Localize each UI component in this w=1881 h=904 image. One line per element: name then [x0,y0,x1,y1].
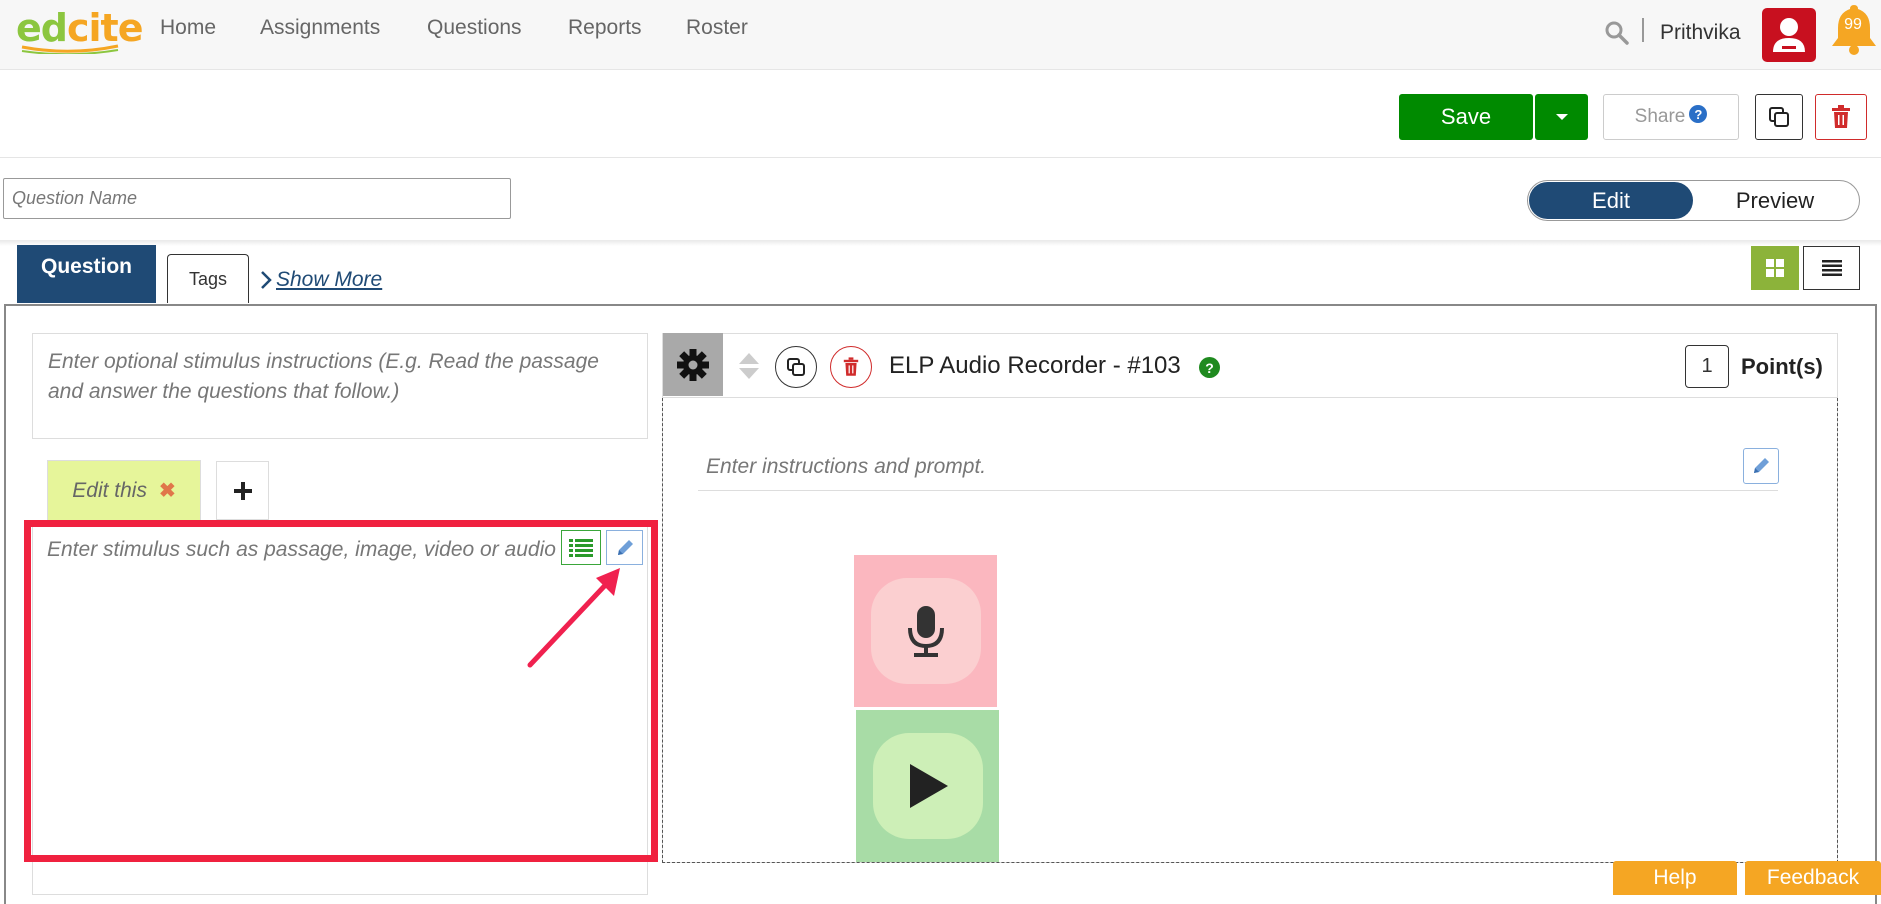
list-view-button[interactable] [1803,246,1860,290]
settings-button[interactable] [663,333,723,396]
search-icon[interactable] [1604,20,1630,46]
prompt-edit-button[interactable] [1743,448,1779,484]
user-name[interactable]: Prithvika [1660,21,1741,45]
points-label: Point(s) [1741,354,1823,379]
play-icon [909,764,948,808]
nav-assignments[interactable]: Assignments [260,16,380,40]
list-icon [1821,260,1842,276]
playback-card [856,710,999,862]
nav-home[interactable]: Home [160,16,216,40]
show-more-label: Show More [276,268,383,291]
close-icon[interactable]: ✖ [159,478,176,503]
play-button[interactable] [872,733,983,839]
pencil-icon [1754,458,1769,473]
share-help-icon[interactable]: ? [1689,105,1708,123]
duplicate-button[interactable] [1755,94,1803,140]
stimulus-tab-edit-this[interactable]: Edit this ✖ [47,460,201,520]
tab-tags[interactable]: Tags [167,254,249,303]
delete-button[interactable] [1815,94,1867,140]
nav-questions[interactable]: Questions [427,16,522,40]
feedback-button[interactable]: Feedback [1745,861,1881,895]
points-input[interactable]: 1 [1685,345,1729,388]
notification-count: 99 [1844,16,1862,33]
nav-reports[interactable]: Reports [568,16,642,40]
microphone-icon [907,606,944,657]
sort-icon[interactable] [737,351,761,381]
duplicate-question-button[interactable] [775,346,817,388]
share-label: Share [1634,106,1686,127]
record-card [854,555,997,707]
add-stimulus-tab-button[interactable] [216,461,269,520]
chevron-down-icon [1555,114,1568,120]
question-title: ELP Audio Recorder - #103 [889,352,1181,379]
prompt-underline [698,490,1778,491]
editor-toolbar [0,70,1881,158]
grid-view-button[interactable] [1751,246,1799,290]
prompt-placeholder[interactable]: Enter instructions and prompt. [706,455,986,479]
grid-icon [1766,259,1784,277]
copy-icon [787,358,805,376]
record-button[interactable] [870,578,981,684]
gear-icon [677,348,709,381]
show-more-link[interactable]: Show More [260,268,382,292]
stimulus-instructions-field[interactable]: Enter optional stimulus instructions (E.… [32,333,648,439]
nav-separator [1642,18,1644,42]
question-name-input[interactable] [3,178,511,219]
section-divider [0,240,1881,246]
logo-swoosh-icon [21,44,119,54]
annotation-arrow-icon [527,568,620,668]
chevron-right-icon [261,271,272,289]
save-button[interactable]: Save [1399,94,1533,140]
stimulus-tab-label: Edit this [72,478,147,502]
preview-mode-button[interactable]: Preview [1695,182,1855,219]
save-dropdown-button[interactable] [1535,94,1588,140]
tab-question[interactable]: Question [17,245,156,303]
copy-icon [1769,107,1789,127]
delete-question-button[interactable] [830,346,872,388]
question-help-icon[interactable]: ? [1199,357,1220,378]
help-button[interactable]: Help [1613,861,1737,895]
trash-icon [843,357,859,376]
edit-mode-button[interactable]: Edit [1529,182,1693,219]
user-avatar-icon [1773,18,1805,52]
user-avatar[interactable] [1762,8,1816,62]
plus-icon [233,481,252,500]
nav-roster[interactable]: Roster [686,16,748,40]
share-button[interactable]: Share ? [1603,94,1739,140]
trash-icon [1832,105,1850,128]
